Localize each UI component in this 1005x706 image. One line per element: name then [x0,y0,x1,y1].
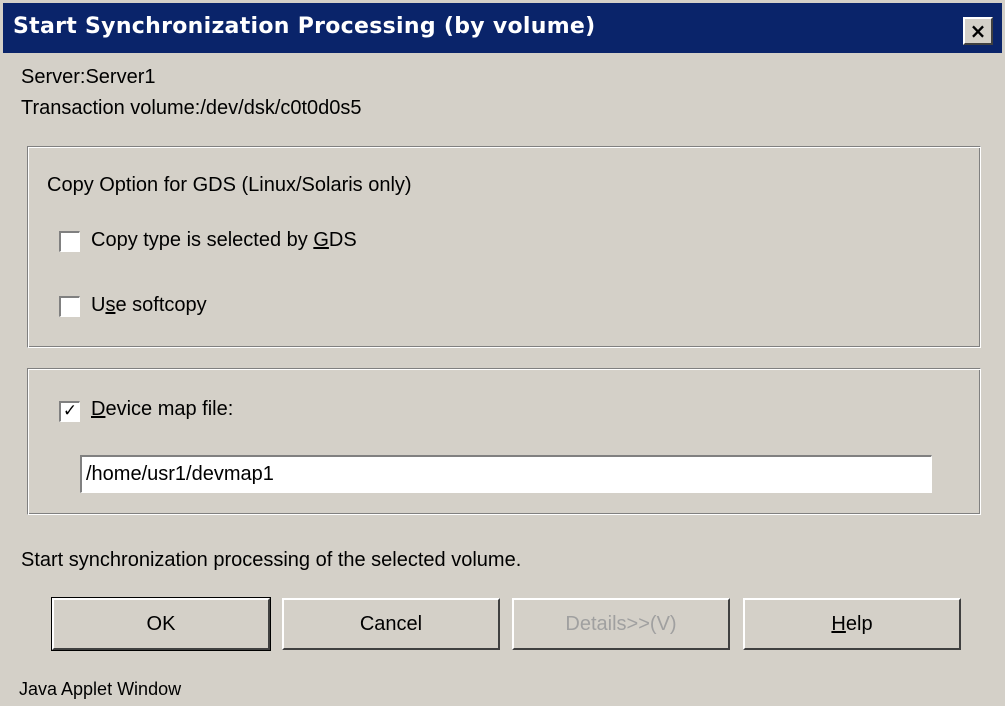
checkmark-icon: ✓ [62,401,78,421]
help-button-mnemonic: H [831,612,846,635]
server-info: Server:Server1 [21,66,156,88]
use-softcopy-label-rest: e softcopy [115,294,207,316]
gds-copy-type-label-text: Copy type is selected by [91,229,314,251]
cancel-button[interactable]: Cancel [282,598,500,650]
help-button[interactable]: Help [743,598,961,650]
transaction-volume-info: Transaction volume:/dev/dsk/c0t0d0s5 [21,97,362,119]
copy-option-heading: Copy Option for GDS (Linux/Solaris only) [47,174,412,196]
details-button[interactable]: Details>>(V) [512,598,730,650]
applet-footer: Java Applet Window [19,679,182,699]
dialog-window: Start Synchronization Processing (by vol… [0,0,1005,706]
use-softcopy-mnemonic: s [105,294,116,316]
cancel-button-label: Cancel [359,612,423,635]
ok-button[interactable]: OK [51,597,271,651]
device-map-mnemonic: D [91,398,106,420]
gds-copy-type-label[interactable]: Copy type is selected by GDS [91,229,357,252]
gds-copy-type-checkbox[interactable] [59,231,80,252]
gds-copy-type-label-rest: DS [328,229,357,251]
device-map-file-input[interactable] [80,455,932,493]
status-message: Start synchronization processing of the … [21,549,522,571]
close-button[interactable]: × [963,17,993,45]
ok-button-label: OK [146,612,176,635]
gds-copy-type-mnemonic: G [313,229,329,251]
device-map-checkbox[interactable]: ✓ [59,401,80,422]
use-softcopy-checkbox[interactable] [59,296,80,317]
window-title: Start Synchronization Processing (by vol… [13,14,596,39]
device-map-label[interactable]: Device map file: [91,398,233,421]
use-softcopy-label[interactable]: Use softcopy [91,294,207,317]
close-icon: × [969,19,987,43]
device-map-label-rest: evice map file: [105,398,234,420]
title-bar[interactable]: Start Synchronization Processing (by vol… [3,3,1002,53]
help-button-label-rest: elp [845,612,873,635]
use-softcopy-label-text: U [91,294,106,316]
details-button-label: Details>>(V) [565,612,677,635]
